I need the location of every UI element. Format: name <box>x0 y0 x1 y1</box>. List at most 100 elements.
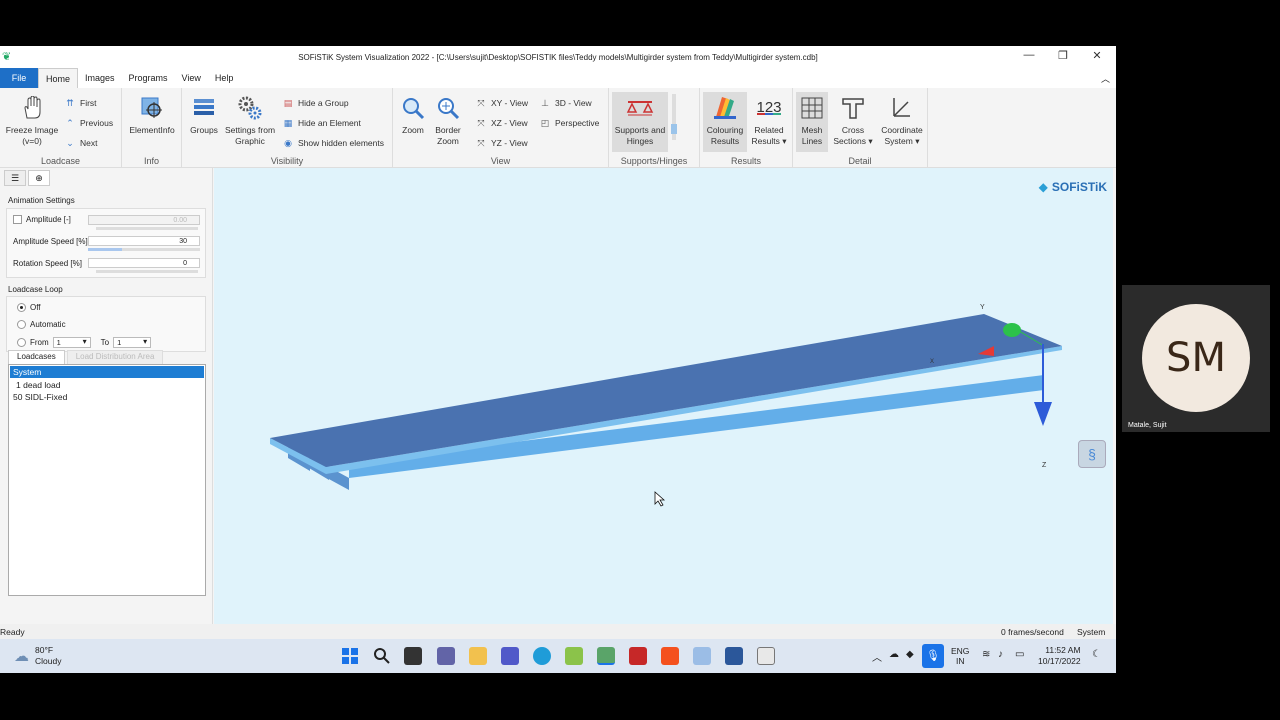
3d-viewport[interactable]: Y X Z ◆ SOFiSTiK § <box>214 168 1113 624</box>
freeze-image-button[interactable]: Freeze Image (v=0) <box>4 94 60 147</box>
file-explorer-icon[interactable] <box>469 647 487 665</box>
tab-loadcases[interactable]: Loadcases <box>8 350 65 364</box>
search-icon[interactable] <box>373 647 391 665</box>
video-tile[interactable]: SM Matale, Sujit <box>1122 285 1270 432</box>
previous-button[interactable]: ⌃ Previous <box>64 116 113 130</box>
3d-view-button[interactable]: ⊥ 3D - View <box>539 96 592 110</box>
supports-label-1: Supports and <box>614 125 666 135</box>
amplitude-row[interactable]: Amplitude [-] <box>13 215 71 224</box>
edge-icon[interactable] <box>533 647 551 665</box>
panel-tab-list[interactable]: ☰ <box>4 170 26 186</box>
bridge-model[interactable]: Y X Z <box>214 168 1113 624</box>
group-label-info: Info <box>143 156 159 166</box>
perspective-button[interactable]: ◰ Perspective <box>539 116 600 130</box>
app-logo-icon: ❦ <box>2 51 12 63</box>
element-info-button[interactable]: ElementInfo <box>126 94 178 136</box>
menu-file[interactable]: File <box>0 68 38 88</box>
battery-icon[interactable]: ▭ <box>1015 649 1024 660</box>
minimize-button[interactable]: — <box>1019 49 1039 61</box>
mesh-lines-button[interactable]: Mesh Lines <box>796 92 828 152</box>
supports-slider-track[interactable] <box>671 94 677 140</box>
sofistik-taskbar-icon[interactable] <box>565 647 583 665</box>
group-label-results: Results <box>730 156 761 166</box>
amplitude-speed-slider[interactable] <box>88 248 200 251</box>
menu-view[interactable]: View <box>175 68 208 88</box>
visualization-app-icon[interactable] <box>597 647 615 665</box>
microphone-icon[interactable]: 🎙 <box>922 644 944 668</box>
list-item[interactable]: 1 dead load <box>9 379 205 391</box>
first-button[interactable]: ⇈ First <box>64 96 97 110</box>
weather-widget[interactable]: ☁ 80°F Cloudy <box>14 645 61 667</box>
notepad-icon[interactable] <box>757 647 775 665</box>
loop-off-radio[interactable] <box>17 303 26 312</box>
amplitude-speed-input[interactable]: 30 <box>88 236 200 246</box>
word-icon[interactable] <box>725 647 743 665</box>
list-item[interactable]: System <box>10 366 204 378</box>
rotation-speed-slider[interactable] <box>96 270 198 273</box>
zoom-button[interactable]: Zoom <box>397 94 429 136</box>
colouring-results-button[interactable]: Colouring Results <box>703 92 747 152</box>
next-button[interactable]: ⌄ Next <box>64 136 97 150</box>
menu-home[interactable]: Home <box>38 68 79 88</box>
loop-automatic-option[interactable]: Automatic <box>17 320 66 329</box>
hide-element-button[interactable]: ▦ Hide an Element <box>282 116 361 130</box>
supports-slider-thumb[interactable] <box>671 124 677 134</box>
cross-sections-button[interactable]: Cross Sections ▾ <box>831 94 875 147</box>
volume-icon[interactable]: ♪ <box>998 649 1003 660</box>
chat-icon[interactable] <box>437 647 455 665</box>
amplitude-input[interactable]: 0.00 <box>88 215 200 225</box>
menu-images[interactable]: Images <box>78 68 122 88</box>
task-view-icon[interactable] <box>404 647 422 665</box>
xy-axis-icon: ⤧ <box>477 97 485 108</box>
loop-from-radio[interactable] <box>17 338 26 347</box>
floating-tool-button[interactable]: § <box>1078 440 1106 468</box>
loop-to-select[interactable]: 1 <box>113 337 152 348</box>
menu-help[interactable]: Help <box>208 68 241 88</box>
notifications-icon[interactable]: ☾ <box>1092 649 1101 660</box>
supports-hinges-button[interactable]: Supports and Hinges <box>612 92 668 152</box>
first-label: First <box>80 98 97 108</box>
amplitude-checkbox[interactable] <box>13 215 22 224</box>
groups-button[interactable]: Groups <box>186 94 222 136</box>
panel-tab-target[interactable]: ⊕ <box>28 170 50 186</box>
clock[interactable]: 11:52 AM 10/17/2022 <box>1038 645 1081 667</box>
teams-icon[interactable] <box>501 647 519 665</box>
rotation-speed-input[interactable]: 0 <box>88 258 200 268</box>
tray-chevron-icon[interactable]: ︿ <box>872 649 882 664</box>
settings-from-graphic-button[interactable]: Settings from Graphic <box>222 94 278 147</box>
participant-name: Matale, Sujit <box>1128 422 1167 429</box>
coordinate-system-button[interactable]: Coordinate System ▾ <box>877 94 927 147</box>
loop-automatic-radio[interactable] <box>17 320 26 329</box>
tab-load-distribution-area[interactable]: Load Distribution Area <box>66 350 164 364</box>
axis-z-label: Z <box>1042 462 1047 469</box>
yz-view-button[interactable]: ⤧ YZ - View <box>475 136 527 150</box>
close-button[interactable]: ✕ <box>1087 49 1107 62</box>
groups-icon <box>189 94 219 122</box>
border-zoom-icon <box>433 94 463 122</box>
office-icon[interactable] <box>661 647 679 665</box>
snipping-tool-icon[interactable] <box>693 647 711 665</box>
element-info-label: ElementInfo <box>129 125 175 135</box>
menu-programs[interactable]: Programs <box>122 68 175 88</box>
border-zoom-button[interactable]: Border Zoom <box>431 94 465 147</box>
list-item[interactable]: 50 SIDL-Fixed <box>9 391 205 403</box>
maximize-button[interactable]: ❐ <box>1053 49 1073 62</box>
hide-group-button[interactable]: ▤ Hide a Group <box>282 96 349 110</box>
show-hidden-button[interactable]: ◉ Show hidden elements <box>282 136 384 150</box>
related-results-button[interactable]: 123 Related Results ▾ <box>748 94 790 147</box>
loop-from-select[interactable]: 1 <box>52 337 91 348</box>
security-icon[interactable]: ◆ <box>906 649 914 660</box>
language-indicator[interactable]: ENG IN <box>951 646 969 666</box>
hand-icon <box>17 94 47 122</box>
loop-from-option[interactable]: From 1 To 1 <box>17 337 152 348</box>
collapse-ribbon-icon[interactable]: ︿ <box>1101 72 1110 85</box>
cloud-sync-icon[interactable]: ☁ <box>889 649 899 660</box>
loop-off-option[interactable]: Off <box>17 303 41 312</box>
xy-view-button[interactable]: ⤧ XY - View <box>475 96 528 110</box>
perspective-label: Perspective <box>555 118 600 128</box>
pdf-icon[interactable] <box>629 647 647 665</box>
wifi-icon[interactable]: ≋ <box>982 649 990 660</box>
xz-view-button[interactable]: ⤧ XZ - View <box>475 116 527 130</box>
amplitude-slider[interactable] <box>96 227 198 230</box>
start-icon[interactable] <box>341 647 359 665</box>
